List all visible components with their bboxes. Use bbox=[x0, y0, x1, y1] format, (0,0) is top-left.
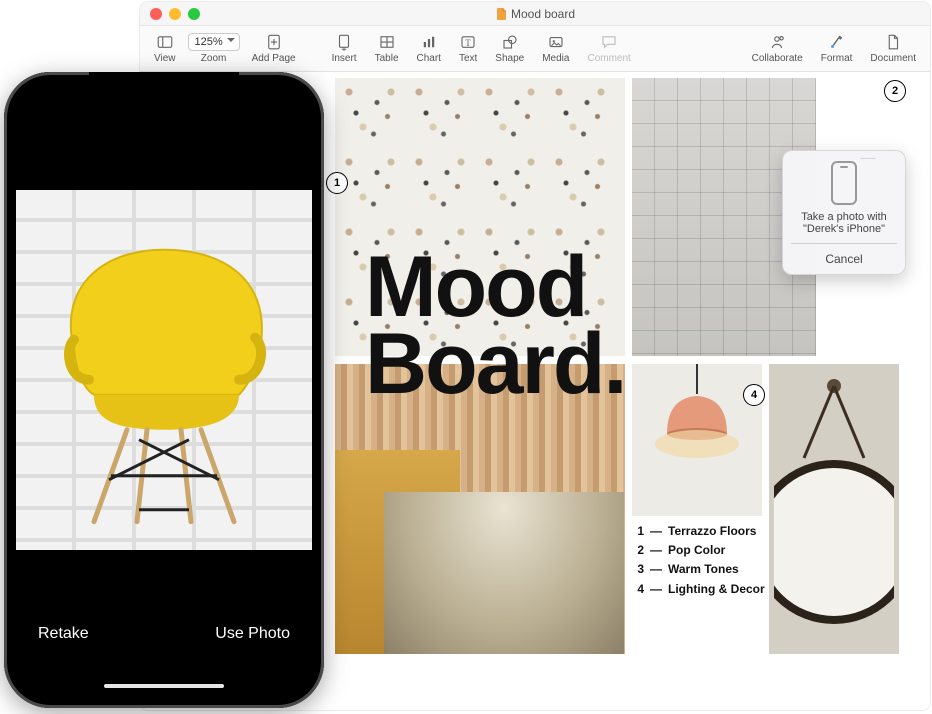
retake-button[interactable]: Retake bbox=[38, 625, 89, 643]
camera-action-bar: Retake Use Photo bbox=[16, 588, 312, 696]
popover-text-line2: "Derek's iPhone" bbox=[791, 223, 897, 235]
toolbar-center: Insert Table Chart T Text Shape Media bbox=[326, 33, 809, 64]
document-icon bbox=[497, 8, 507, 20]
comment-button: Comment bbox=[581, 33, 636, 64]
photo-subject-chair bbox=[39, 230, 289, 535]
headline-line1: Mood bbox=[365, 249, 625, 326]
continuity-camera-popover: Take a photo with "Derek's iPhone" Cance… bbox=[782, 150, 906, 275]
iphone-screen: Retake Use Photo bbox=[16, 84, 312, 696]
use-photo-button[interactable]: Use Photo bbox=[215, 625, 290, 643]
legend-row: 2—Pop Color bbox=[630, 541, 765, 560]
window-zoom-button[interactable] bbox=[188, 8, 200, 20]
toolbar: View 125% Zoom Add Page Insert Table Cha… bbox=[140, 26, 930, 72]
view-label: View bbox=[154, 53, 176, 64]
window-title-text: Mood board bbox=[511, 7, 575, 21]
badge-4: 4 bbox=[743, 384, 765, 406]
badge-2: 2 bbox=[884, 80, 906, 102]
window-minimize-button[interactable] bbox=[169, 8, 181, 20]
popover-text-line1: Take a photo with bbox=[791, 211, 897, 223]
image-fur[interactable] bbox=[384, 492, 624, 654]
collaborate-button[interactable]: Collaborate bbox=[746, 33, 809, 64]
svg-text:T: T bbox=[465, 38, 471, 48]
headline[interactable]: Mood Board. bbox=[365, 249, 625, 404]
badge-1: 1 bbox=[326, 172, 348, 194]
image-pendant-lamp[interactable] bbox=[632, 364, 762, 516]
insert-button[interactable]: Insert bbox=[326, 33, 363, 64]
home-indicator[interactable] bbox=[104, 684, 224, 688]
cancel-button[interactable]: Cancel bbox=[791, 243, 897, 274]
headline-line2: Board. bbox=[365, 326, 625, 403]
chart-button[interactable]: Chart bbox=[411, 33, 447, 64]
zoom-label: Zoom bbox=[201, 53, 227, 64]
zoom-control[interactable]: 125% Zoom bbox=[188, 33, 240, 64]
shape-button[interactable]: Shape bbox=[489, 33, 530, 64]
document-button[interactable]: Document bbox=[864, 33, 922, 64]
window-close-button[interactable] bbox=[150, 8, 162, 20]
camera-viewfinder bbox=[16, 190, 312, 550]
add-page-label: Add Page bbox=[252, 53, 296, 64]
format-button[interactable]: Format bbox=[815, 33, 859, 64]
media-button[interactable]: Media bbox=[536, 33, 575, 64]
image-mirror[interactable] bbox=[769, 364, 899, 654]
text-button[interactable]: T Text bbox=[453, 33, 483, 64]
window-title: Mood board bbox=[207, 7, 865, 21]
legend-row: 4—Lighting & Decor bbox=[630, 580, 765, 599]
add-page-button[interactable]: Add Page bbox=[246, 33, 302, 64]
table-button[interactable]: Table bbox=[369, 33, 405, 64]
legend-row: 3—Warm Tones bbox=[630, 560, 765, 579]
iphone-device: Retake Use Photo bbox=[4, 72, 324, 708]
legend-row: 1—Terrazzo Floors bbox=[630, 522, 765, 541]
legend[interactable]: 1—Terrazzo Floors 2—Pop Color 3—Warm Ton… bbox=[630, 522, 765, 599]
view-button[interactable]: View bbox=[148, 33, 182, 64]
iphone-icon bbox=[831, 161, 857, 205]
iphone-notch bbox=[89, 72, 239, 98]
zoom-value[interactable]: 125% bbox=[188, 33, 240, 51]
titlebar: Mood board bbox=[140, 2, 930, 26]
